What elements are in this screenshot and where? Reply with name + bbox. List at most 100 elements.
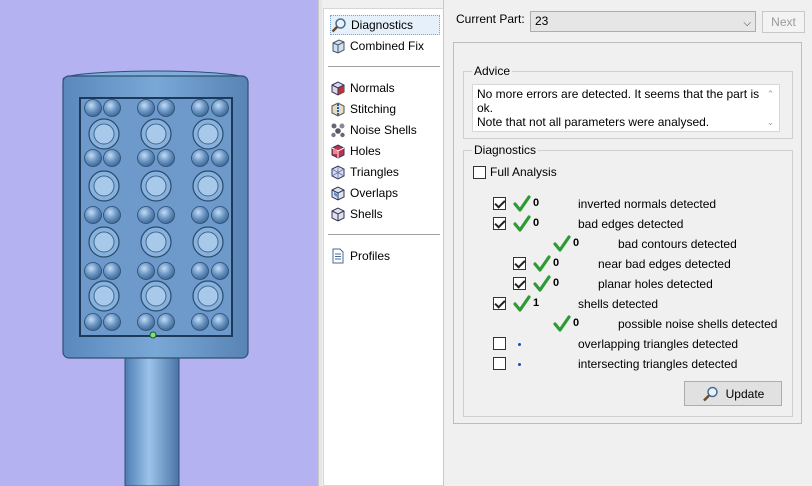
advice-title: Advice <box>472 64 513 78</box>
nav-item-label: Holes <box>350 144 381 158</box>
diagnostic-label: planar holes detected <box>598 277 713 291</box>
model-sphere <box>211 313 229 331</box>
ok-checkmark-icon <box>533 255 551 272</box>
model-sphere <box>211 206 229 224</box>
ok-checkmark-icon <box>533 275 551 292</box>
model-sphere <box>137 99 155 117</box>
nav-item-diagnostics[interactable]: Diagnostics <box>330 15 440 35</box>
diagnostic-row: 0 planar holes detected <box>464 274 794 294</box>
model-sphere <box>103 206 121 224</box>
nav-item-shells[interactable]: Shells <box>330 204 440 224</box>
diagnostic-count: 1 <box>533 297 540 309</box>
ok-checkmark-icon <box>513 215 531 232</box>
advice-line-1: No more errors are detected. It seems th… <box>477 87 760 115</box>
model-ring-inner <box>93 285 115 307</box>
tool-navigation: Diagnostics Combined Fix Normals Stitchi… <box>323 8 443 486</box>
model-ring-inner <box>145 285 167 307</box>
diagnostic-row: intersecting triangles detected <box>464 354 794 374</box>
chevron-down-icon: ⌵ <box>743 18 751 29</box>
nav-item-noise-shells[interactable]: Noise Shells <box>330 120 440 140</box>
nav-item-combined-fix[interactable]: Combined Fix <box>330 36 440 56</box>
diagnostic-checkbox[interactable] <box>493 217 506 230</box>
diagnostic-row: 0 inverted normals detected <box>464 194 794 214</box>
model-sphere <box>103 313 121 331</box>
diagnostic-checkbox[interactable] <box>493 337 506 350</box>
diagnostic-row: 0 bad edges detected <box>464 214 794 234</box>
current-part-select[interactable]: 23 ⌵ <box>530 11 756 32</box>
full-analysis-label: Full Analysis <box>490 165 557 179</box>
nav-item-normals[interactable]: Normals <box>330 78 440 98</box>
diagnostic-checkbox[interactable] <box>493 197 506 210</box>
diagnostic-count: 0 <box>533 217 540 229</box>
model-sphere <box>84 99 102 117</box>
diagnostic-label: near bad edges detected <box>598 257 731 271</box>
diagnostic-row: 0 possible noise shells detected <box>464 314 794 334</box>
nav-item-label: Combined Fix <box>350 39 425 53</box>
model-ring-inner <box>93 123 115 145</box>
scroll-up-icon[interactable]: ⌃ <box>762 87 779 101</box>
diagnostic-label: intersecting triangles detected <box>578 357 738 371</box>
nav-item-triangles[interactable]: Triangles <box>330 162 440 182</box>
current-part-value: 23 <box>535 14 549 28</box>
current-part-label: Current Part: <box>456 12 525 26</box>
model-ring-inner <box>145 175 167 197</box>
model-sphere <box>103 99 121 117</box>
diagnostic-count: 0 <box>553 277 560 289</box>
nav-separator <box>328 66 440 67</box>
model-ring-inner <box>145 231 167 253</box>
nav-item-profiles[interactable]: Profiles <box>330 246 440 266</box>
magnifier-icon <box>331 18 346 33</box>
nav-item-overlaps[interactable]: Overlaps <box>330 183 440 203</box>
diagnostic-label: overlapping triangles detected <box>578 337 739 351</box>
nav-item-label: Diagnostics <box>351 18 414 32</box>
content-frame: Advice No more errors are detected. It s… <box>453 42 802 424</box>
diagnostic-label: shells detected <box>578 297 659 311</box>
nav-item-holes[interactable]: Holes <box>330 141 440 161</box>
nav-item-stitching[interactable]: Stitching <box>330 99 440 119</box>
diagnostic-label: bad contours detected <box>618 237 737 251</box>
nav-item-label: Normals <box>350 81 395 95</box>
diagnostics-panel: Current Part: 23 ⌵ Next Advice No more e… <box>443 0 812 486</box>
document-icon <box>332 248 344 264</box>
nav-item-label: Shells <box>350 207 383 221</box>
model-sphere <box>211 262 229 280</box>
scroll-down-icon[interactable]: ⌄ <box>762 115 779 129</box>
full-analysis-checkbox[interactable] <box>473 166 486 179</box>
triangles-icon <box>331 165 345 180</box>
model-ring-inner <box>197 175 219 197</box>
model-ring-inner <box>197 231 219 253</box>
model-sphere <box>137 262 155 280</box>
diagnostic-row: 0 bad contours detected <box>464 234 794 254</box>
diagnostic-row: overlapping triangles detected <box>464 334 794 354</box>
advice-scrollbar[interactable]: ⌃ ⌄ <box>762 85 779 131</box>
model-sphere <box>137 149 155 167</box>
nav-item-label: Noise Shells <box>350 123 417 137</box>
panel-splitter[interactable] <box>318 0 322 486</box>
diagnostic-checkbox[interactable] <box>493 297 506 310</box>
nav-item-label: Triangles <box>350 165 399 179</box>
diagnostic-row: 1 shells detected <box>464 294 794 314</box>
model-sphere <box>211 99 229 117</box>
advice-line-2: Note that not all parameters were analys… <box>477 115 710 129</box>
model-ring-inner <box>93 175 115 197</box>
model-sphere <box>84 149 102 167</box>
model-sphere <box>103 149 121 167</box>
cube-red-icon <box>331 81 345 96</box>
model-sphere <box>191 99 209 117</box>
model-sphere <box>157 262 175 280</box>
model-sphere <box>191 149 209 167</box>
part-model <box>62 70 249 486</box>
model-sphere <box>157 149 175 167</box>
update-button[interactable]: Update <box>684 381 782 406</box>
diagnostic-row: 0 near bad edges detected <box>464 254 794 274</box>
advice-group: Advice No more errors are detected. It s… <box>463 64 793 139</box>
ok-checkmark-icon <box>513 295 531 312</box>
diagnostic-checkbox[interactable] <box>513 257 526 270</box>
3d-viewport[interactable] <box>0 0 320 486</box>
diagnostic-checkbox[interactable] <box>493 357 506 370</box>
diagnostic-checkbox[interactable] <box>513 277 526 290</box>
model-sphere <box>191 262 209 280</box>
nav-item-label: Overlaps <box>350 186 399 200</box>
model-sphere <box>103 262 121 280</box>
next-button[interactable]: Next <box>762 11 805 33</box>
